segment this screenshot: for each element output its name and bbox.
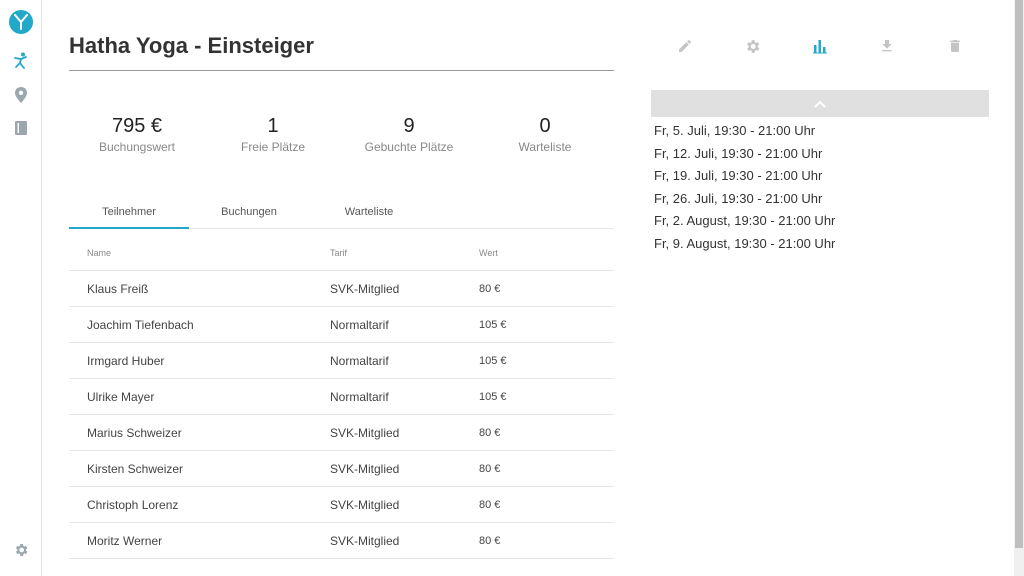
- title-divider: [69, 70, 614, 71]
- stat-booked-seats: 9 Gebuchte Plätze: [341, 114, 477, 154]
- stat-booking-value: 795 € Buchungswert: [69, 114, 205, 154]
- table-row[interactable]: Irmgard Huber Normaltarif 105 €: [69, 343, 614, 379]
- date-item: Fr, 9. August, 19:30 - 21:00 Uhr: [654, 235, 836, 251]
- logo-icon[interactable]: [9, 10, 33, 34]
- cell-tariff: SVK-Mitglied: [330, 425, 400, 440]
- scrollbar-thumb[interactable]: [1015, 0, 1023, 548]
- cell-name: Kirsten Schweizer: [87, 461, 184, 476]
- yoga-pose-icon[interactable]: [12, 52, 30, 70]
- table-row[interactable]: Marius Schweizer SVK-Mitglied 80 €: [69, 415, 614, 451]
- stat-value: 9: [403, 115, 415, 137]
- tab-participants[interactable]: Teilnehmer: [69, 198, 189, 229]
- stat-free-seats: 1 Freie Plätze: [205, 114, 341, 154]
- cell-name: Irmgard Huber: [87, 353, 165, 368]
- cell-value: 105 €: [479, 390, 507, 403]
- scrollbar[interactable]: [1014, 0, 1024, 576]
- date-list: Fr, 5. Juli, 19:30 - 21:00 Uhr Fr, 12. J…: [654, 123, 994, 258]
- table-header: Name Tarif Wert: [69, 236, 614, 271]
- cell-name: Marius Schweizer: [87, 425, 182, 440]
- cell-value: 105 €: [479, 354, 507, 367]
- cell-name: Joachim Tiefenbach: [87, 317, 194, 332]
- table-row[interactable]: Klaus Freiß SVK-Mitglied 80 €: [69, 271, 614, 307]
- tab-bar: Teilnehmer Buchungen Warteliste: [69, 198, 614, 229]
- table-row[interactable]: Kirsten Schweizer SVK-Mitglied 80 €: [69, 451, 614, 487]
- stat-label: Buchungswert: [98, 140, 176, 154]
- bar-chart-icon[interactable]: [810, 36, 830, 56]
- cell-tariff: Normaltarif: [330, 389, 389, 404]
- table-row[interactable]: Joachim Tiefenbach Normaltarif 105 €: [69, 307, 614, 343]
- cell-tariff: Normaltarif: [330, 317, 389, 332]
- tab-waitlist[interactable]: Warteliste: [309, 198, 429, 228]
- location-pin-icon[interactable]: [12, 86, 30, 104]
- stat-waitlist: 0 Warteliste: [477, 114, 613, 154]
- cell-tariff: SVK-Mitglied: [330, 281, 400, 296]
- cell-name: Klaus Freiß: [87, 281, 149, 296]
- date-item: Fr, 26. Juli, 19:30 - 21:00 Uhr: [654, 190, 823, 206]
- date-item: Fr, 19. Juli, 19:30 - 21:00 Uhr: [654, 168, 823, 183]
- cell-value: 80 €: [479, 282, 501, 295]
- participants-table: Name Tarif Wert Klaus Freiß SVK-Mitglied…: [69, 236, 614, 559]
- chevron-up-icon: [814, 100, 826, 108]
- cell-tariff: SVK-Mitglied: [330, 533, 400, 548]
- table-row[interactable]: Ulrike Mayer Normaltarif 105 €: [69, 379, 614, 415]
- toolbar: [672, 36, 1002, 58]
- table-row[interactable]: Christoph Lorenz SVK-Mitglied 80 €: [69, 487, 614, 523]
- date-item: Fr, 2. August, 19:30 - 21:00 Uhr: [654, 213, 836, 228]
- pencil-icon[interactable]: [675, 36, 695, 56]
- download-icon[interactable]: [877, 36, 897, 56]
- stat-label: Freie Plätze: [240, 140, 306, 154]
- cell-value: 80 €: [479, 498, 501, 511]
- main-panel: Hatha Yoga - Einsteiger 795 € Buchungswe…: [42, 0, 1014, 576]
- table-row[interactable]: Moritz Werner SVK-Mitglied 80 €: [69, 523, 614, 559]
- cell-tariff: SVK-Mitglied: [330, 461, 400, 476]
- cell-name: Ulrike Mayer: [87, 389, 155, 404]
- cell-value: 80 €: [479, 462, 501, 475]
- sidebar: [0, 0, 42, 576]
- gear-icon[interactable]: [12, 541, 30, 559]
- cell-tariff: Normaltarif: [330, 353, 389, 368]
- cell-value: 80 €: [479, 426, 501, 439]
- stat-label: Gebuchte Plätze: [364, 140, 454, 154]
- page-title: Hatha Yoga - Einsteiger: [69, 33, 314, 58]
- gear-icon[interactable]: [742, 36, 762, 56]
- date-item: Fr, 5. Juli, 19:30 - 21:00 Uhr: [654, 123, 816, 138]
- stat-value: 795 €: [111, 115, 163, 137]
- cell-name: Moritz Werner: [87, 533, 163, 548]
- collapse-bar[interactable]: [651, 90, 989, 117]
- cell-tariff: SVK-Mitglied: [330, 497, 400, 512]
- cell-value: 105 €: [479, 318, 507, 331]
- stat-value: 0: [539, 115, 551, 137]
- cell-name: Christoph Lorenz: [87, 497, 179, 512]
- column-header-value[interactable]: Wert: [479, 248, 614, 258]
- column-header-name[interactable]: Name: [69, 248, 330, 258]
- stat-label: Warteliste: [518, 140, 572, 154]
- column-header-tariff[interactable]: Tarif: [330, 248, 479, 258]
- stat-value: 1: [267, 115, 279, 137]
- trash-icon[interactable]: [945, 36, 965, 56]
- date-item: Fr, 12. Juli, 19:30 - 21:00 Uhr: [654, 145, 823, 161]
- stats-row: 795 € Buchungswert 1 Freie Plätze 9 Gebu…: [69, 114, 614, 154]
- book-icon[interactable]: [12, 119, 30, 137]
- cell-value: 80 €: [479, 534, 501, 547]
- tab-bookings[interactable]: Buchungen: [189, 198, 309, 228]
